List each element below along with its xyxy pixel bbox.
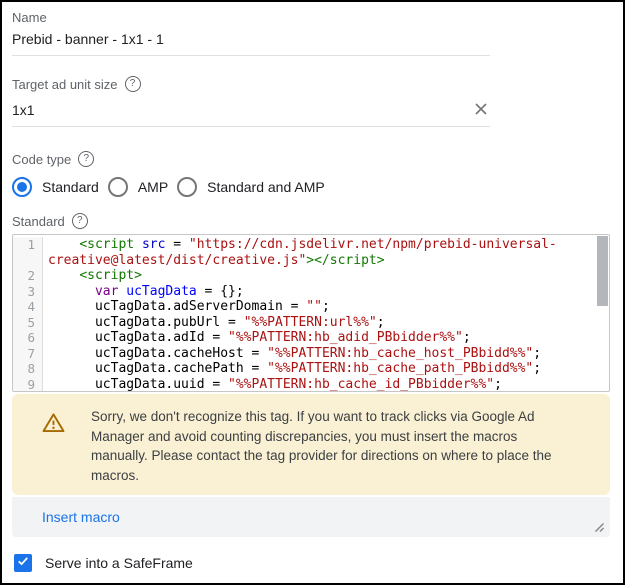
macro-toolbar: Insert macro (12, 497, 610, 537)
radio-option-standard-and-amp[interactable]: Standard and AMP (177, 177, 325, 197)
resize-handle-icon[interactable] (592, 520, 605, 533)
code-line: 3 var ucTagData = {}; (13, 284, 609, 300)
code-line: 5 ucTagData.pubUrl = "%%PATTERN:url%%"; (13, 315, 609, 331)
code-line: 6 ucTagData.adId = "%%PATTERN:hb_adid_PB… (13, 330, 609, 346)
insert-macro-link[interactable]: Insert macro (42, 509, 120, 525)
line-number: 3 (13, 284, 43, 300)
target-size-input[interactable]: 1x1 (12, 96, 490, 127)
safeframe-row: Serve into a SafeFrame (12, 554, 610, 572)
standard-code-label: Standard ? (12, 213, 610, 229)
radio-icon (108, 177, 128, 197)
line-number: 1 (13, 237, 43, 268)
help-icon[interactable]: ? (78, 151, 94, 167)
line-number: 6 (13, 330, 43, 346)
code-line-text: ucTagData.cacheHost = "%%PATTERN:hb_cach… (43, 346, 609, 362)
radio-label: Standard and AMP (207, 179, 325, 195)
creative-settings-form: Name Prebid - banner - 1x1 - 1 Target ad… (2, 2, 623, 572)
code-line-text: var ucTagData = {}; (43, 284, 609, 300)
code-line: 8 ucTagData.cachePath = "%%PATTERN:hb_ca… (13, 361, 609, 377)
checkmark-icon (16, 554, 30, 573)
safeframe-label: Serve into a SafeFrame (45, 555, 193, 571)
safeframe-checkbox[interactable] (14, 554, 32, 572)
code-line-text: ucTagData.uuid = "%%PATTERN:hb_cache_id_… (43, 377, 609, 393)
help-icon[interactable]: ? (125, 76, 141, 92)
radio-label: Standard (42, 179, 99, 195)
line-number: 9 (13, 377, 43, 393)
line-number: 8 (13, 361, 43, 377)
radio-icon (177, 177, 197, 197)
help-icon[interactable]: ? (72, 213, 88, 229)
line-number: 4 (13, 299, 43, 315)
clear-size-button[interactable] (472, 100, 490, 121)
code-line: 7 ucTagData.cacheHost = "%%PATTERN:hb_ca… (13, 346, 609, 362)
editor-scrollbar-thumb[interactable] (597, 236, 608, 306)
code-type-section: Code type ? Standard AMP Standard and AM… (12, 151, 610, 197)
name-label: Name (12, 10, 610, 25)
name-value: Prebid - banner - 1x1 - 1 (12, 31, 164, 47)
code-type-radio-group: Standard AMP Standard and AMP (12, 177, 610, 197)
target-size-value: 1x1 (12, 102, 35, 118)
x-clear-icon (472, 100, 490, 121)
warning-message: Sorry, we don't recognize this tag. If y… (91, 407, 574, 485)
line-number: 7 (13, 346, 43, 362)
code-line-text: <script src = "https://cdn.jsdelivr.net/… (43, 237, 609, 268)
code-line-text: <script> (43, 268, 609, 284)
code-line: 4 ucTagData.adServerDomain = ""; (13, 299, 609, 315)
standard-label-text: Standard (12, 214, 65, 229)
radio-label: AMP (138, 179, 168, 195)
name-field: Name Prebid - banner - 1x1 - 1 (12, 10, 610, 56)
code-line: 2 <script> (13, 268, 609, 284)
code-line-text: ucTagData.cachePath = "%%PATTERN:hb_cach… (43, 361, 609, 377)
code-line-text: ucTagData.adId = "%%PATTERN:hb_adid_PBbi… (43, 330, 609, 346)
name-input[interactable]: Prebid - banner - 1x1 - 1 (12, 29, 490, 56)
line-number: 2 (13, 268, 43, 284)
line-number: 5 (13, 315, 43, 331)
radio-icon-selected (12, 177, 32, 197)
code-lines: 1 <script src = "https://cdn.jsdelivr.ne… (13, 235, 609, 392)
tag-warning-banner: Sorry, we don't recognize this tag. If y… (12, 394, 610, 495)
warning-triangle-icon (42, 412, 65, 438)
radio-option-standard[interactable]: Standard (12, 177, 99, 197)
code-editor[interactable]: 1 <script src = "https://cdn.jsdelivr.ne… (12, 234, 610, 392)
code-type-label-text: Code type (12, 152, 71, 167)
code-line: 1 <script src = "https://cdn.jsdelivr.ne… (13, 237, 609, 268)
code-type-label: Code type ? (12, 151, 610, 167)
target-size-label: Target ad unit size ? (12, 76, 610, 92)
radio-option-amp[interactable]: AMP (108, 177, 168, 197)
code-line-text: ucTagData.adServerDomain = ""; (43, 299, 609, 315)
target-size-label-text: Target ad unit size (12, 77, 118, 92)
code-line: 9 ucTagData.uuid = "%%PATTERN:hb_cache_i… (13, 377, 609, 393)
target-size-field: Target ad unit size ? 1x1 (12, 76, 610, 127)
code-line-text: ucTagData.pubUrl = "%%PATTERN:url%%"; (43, 315, 609, 331)
